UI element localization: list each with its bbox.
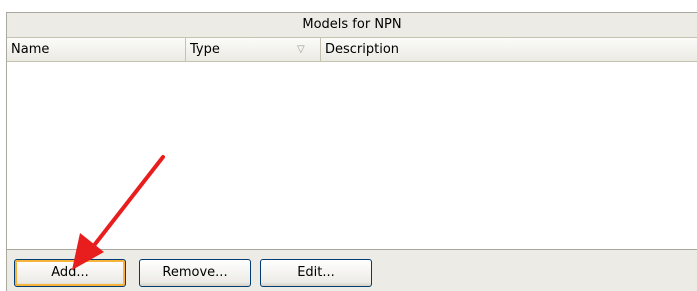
column-header-type-label: Type bbox=[190, 42, 220, 57]
column-header-type[interactable]: Type ▽ bbox=[185, 38, 320, 61]
column-header-description[interactable]: Description bbox=[320, 38, 697, 61]
list-header: Name Type ▽ Description bbox=[7, 38, 697, 62]
column-header-name-label: Name bbox=[11, 42, 50, 57]
panel-title: Models for NPN bbox=[7, 13, 697, 38]
column-header-description-label: Description bbox=[325, 42, 400, 57]
remove-button[interactable]: Remove... bbox=[139, 259, 251, 287]
column-header-name[interactable]: Name bbox=[7, 38, 185, 61]
add-button[interactable]: Add... bbox=[14, 259, 126, 287]
models-panel: Models for NPN Name Type ▽ Description A… bbox=[6, 12, 697, 291]
button-bar: Add... Remove... Edit... bbox=[7, 249, 697, 291]
edit-button[interactable]: Edit... bbox=[260, 259, 372, 287]
sort-triangle-icon: ▽ bbox=[297, 44, 305, 55]
models-list[interactable] bbox=[7, 62, 697, 248]
